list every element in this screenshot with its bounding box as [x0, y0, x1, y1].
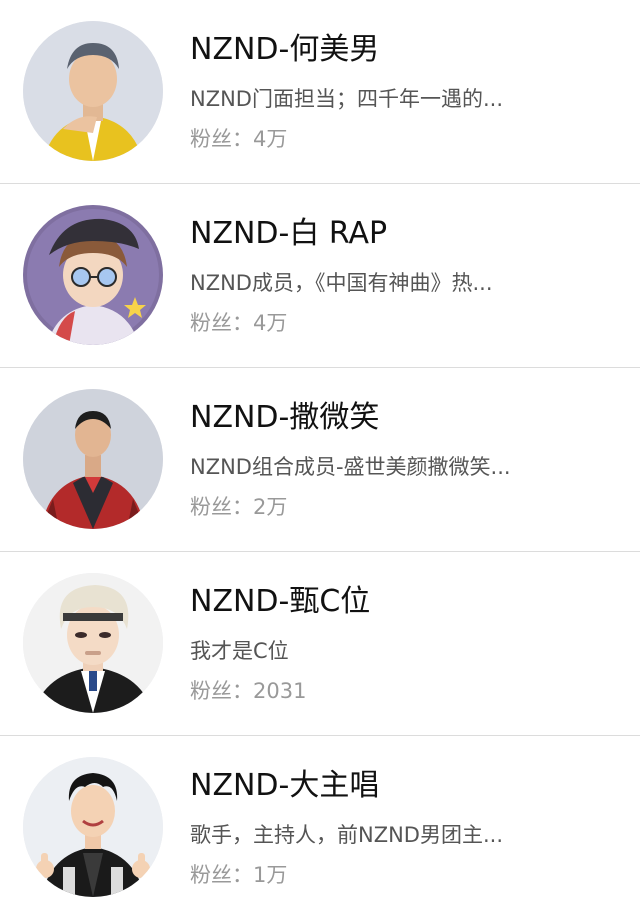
- fans-label: 粉丝：: [190, 311, 253, 335]
- user-name[interactable]: NZND-甄C位: [190, 582, 370, 622]
- user-description: NZND门面担当；四千年一遇的...: [190, 87, 503, 111]
- list-item[interactable]: NZND-甄C位 我才是C位 粉丝：2031: [0, 552, 640, 736]
- avatar[interactable]: [23, 205, 163, 345]
- fans-label: 粉丝：: [190, 679, 253, 703]
- fans-count: 粉丝：4万: [190, 308, 287, 338]
- fans-count: 粉丝：2万: [190, 492, 287, 522]
- avatar[interactable]: [23, 389, 163, 529]
- user-name[interactable]: NZND-撒微笑: [190, 398, 379, 438]
- fans-value: 2万: [253, 495, 288, 519]
- user-description: 歌手，主持人，前NZND男团主...: [190, 823, 503, 847]
- list-item[interactable]: NZND-白 RAP NZND成员，《中国有神曲》热... 粉丝：4万: [0, 184, 640, 368]
- fans-label: 粉丝：: [190, 127, 253, 151]
- user-name[interactable]: NZND-大主唱: [190, 766, 379, 806]
- user-description: 我才是C位: [190, 639, 289, 663]
- fans-count: 粉丝：1万: [190, 860, 287, 890]
- user-description: NZND组合成员-盛世美颜撒微笑...: [190, 455, 511, 479]
- fans-value: 4万: [253, 311, 288, 335]
- user-name[interactable]: NZND-何美男: [190, 30, 379, 70]
- list-item[interactable]: NZND-何美男 NZND门面担当；四千年一遇的... 粉丝：4万: [0, 0, 640, 184]
- user-list: NZND-何美男 NZND门面担当；四千年一遇的... 粉丝：4万 NZND-白…: [0, 0, 640, 924]
- avatar-man-red-plaid-coat-icon: [23, 389, 163, 529]
- avatar-man-blond-hair-icon: [23, 573, 163, 713]
- avatar-cartoon-boy-hat-icon: [23, 205, 163, 345]
- user-description: NZND成员，《中国有神曲》热...: [190, 271, 493, 295]
- fans-label: 粉丝：: [190, 863, 253, 887]
- avatar-man-thumbs-up-icon: [23, 757, 163, 897]
- fans-count: 粉丝：2031: [190, 676, 306, 706]
- fans-count: 粉丝：4万: [190, 124, 287, 154]
- avatar[interactable]: [23, 21, 163, 161]
- list-item[interactable]: NZND-撒微笑 NZND组合成员-盛世美颜撒微笑... 粉丝：2万: [0, 368, 640, 552]
- list-item[interactable]: NZND-大主唱 歌手，主持人，前NZND男团主... 粉丝：1万: [0, 736, 640, 920]
- fans-label: 粉丝：: [190, 495, 253, 519]
- fans-value: 2031: [253, 679, 307, 703]
- user-name[interactable]: NZND-白 RAP: [190, 214, 387, 254]
- avatar[interactable]: [23, 573, 163, 713]
- avatar[interactable]: [23, 757, 163, 897]
- avatar-man-yellow-jacket-icon: [23, 21, 163, 161]
- fans-value: 4万: [253, 127, 288, 151]
- fans-value: 1万: [253, 863, 288, 887]
